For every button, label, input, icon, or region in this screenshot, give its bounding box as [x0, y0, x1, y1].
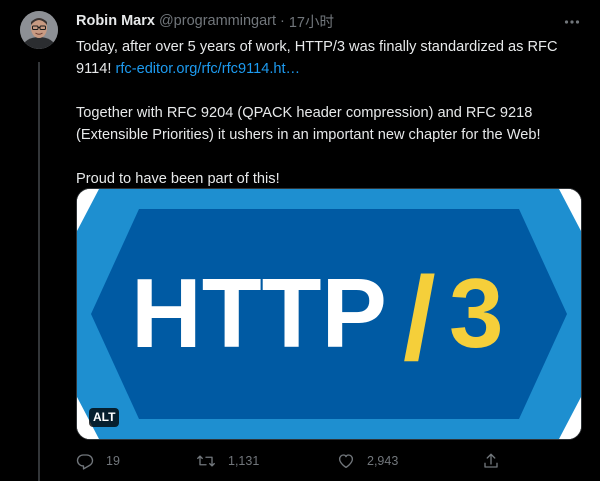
thread-line [38, 62, 40, 481]
avatar[interactable] [20, 11, 58, 49]
share-icon [484, 453, 498, 468]
author-handle[interactable]: @programmingart [159, 13, 276, 29]
more-options-button[interactable] [562, 12, 582, 32]
separator-dot: · [280, 13, 285, 29]
rfc-link[interactable]: rfc-editor.org/rfc/rfc9114.ht… [116, 61, 301, 77]
reply-button[interactable]: 19 [76, 452, 120, 470]
like-button[interactable]: 2,943 [337, 452, 398, 470]
retweet-button[interactable]: 1,131 [196, 452, 259, 470]
logo-http-text: HTTP [131, 258, 387, 368]
share-button[interactable] [482, 452, 512, 470]
tweet-time[interactable]: 17小时 [289, 11, 334, 32]
logo-version: 3 [449, 258, 504, 368]
logo-slash: / [403, 253, 436, 385]
retweet-count: 1,131 [228, 454, 260, 468]
tweet-line-2-prefix: 9114! [76, 61, 116, 77]
tweet-paragraph-3: Proud to have been part of this! [76, 171, 280, 187]
author-name[interactable]: Robin Marx [76, 13, 155, 29]
tweet-text: Today, after over 5 years of work, HTTP/… [76, 36, 582, 190]
tweet-image[interactable]: HTTP / 3 ALT [76, 188, 582, 440]
more-icon [564, 20, 580, 24]
alt-badge[interactable]: ALT [89, 408, 120, 427]
tweet: Robin Marx @programmingart · 17小时 Today,… [0, 0, 600, 481]
tweet-line-1: Today, after over 5 years of work, HTTP/… [76, 39, 558, 55]
tweet-line-2: 9114! rfc-editor.org/rfc/rfc9114.ht… [76, 58, 582, 80]
avatar-photo [20, 11, 58, 49]
tweet-header: Robin Marx @programmingart · 17小时 [76, 10, 582, 32]
http3-wordmark: HTTP / 3 [131, 253, 504, 385]
tweet-actions: 19 1,131 2,943 [76, 452, 506, 476]
reply-count: 19 [106, 454, 120, 468]
heart-icon [338, 454, 354, 469]
tweet-paragraph-2: Together with RFC 9204 (QPACK header com… [76, 105, 541, 143]
reply-icon [76, 454, 94, 470]
tweet-content: Robin Marx @programmingart · 17小时 Today,… [76, 10, 582, 190]
retweet-icon [197, 455, 215, 467]
like-count: 2,943 [367, 454, 399, 468]
